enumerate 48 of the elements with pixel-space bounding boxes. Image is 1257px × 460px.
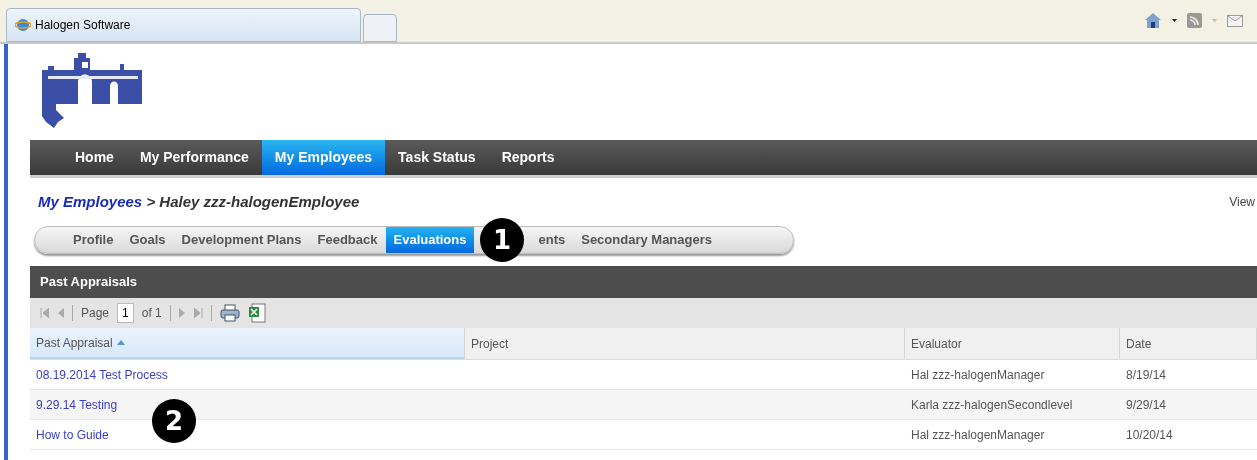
column-header[interactable]: Past Appraisal [30,328,465,359]
subtab[interactable]: ents [530,227,574,253]
next-page-icon[interactable] [178,308,186,318]
breadcrumb-link[interactable]: My Employees [38,192,143,210]
feed-icon[interactable] [1187,13,1202,28]
table-cell-text: 9/29/14 [1125,396,1168,414]
table-cell-text: Karla zzz-halogenSecondlevel [910,396,1074,414]
subtab[interactable]: Feedback [309,227,386,253]
print-icon[interactable] [219,304,240,322]
sort-ascending-icon [116,340,125,345]
table-cell-text: Hal zzz-halogenManager [910,426,1046,444]
nav-tab[interactable]: Task Status [385,140,489,175]
new-tab-button[interactable] [363,14,397,42]
subtab[interactable]: Evaluations [385,227,475,253]
subtab[interactable]: Secondary Managers [573,227,720,253]
appraisal-link[interactable]: 08.19.2014 Test Process [36,365,168,384]
appraisal-link[interactable]: How to Guide [36,425,109,444]
dropdown-icon[interactable] [1172,19,1177,22]
spreadsheet-icon[interactable] [247,303,266,323]
appraisal-link[interactable]: 9.29.14 Testing [36,395,118,414]
home-icon[interactable] [1144,12,1162,29]
tab-title: Halogen Software [35,17,131,34]
previous-page-icon[interactable] [57,308,64,318]
subtab[interactable]: Goals [121,227,174,253]
page-label: Page [81,305,110,322]
column-header[interactable]: Date [1120,328,1257,359]
first-page-icon[interactable] [40,308,49,318]
nav-tab[interactable]: My Performance [126,140,262,175]
page-field[interactable]: 1 [117,303,134,323]
column-header[interactable]: Project [465,328,905,359]
last-page-icon[interactable] [193,308,203,318]
nav-tab[interactable]: My Employees [261,140,386,175]
panel-header: Past Appraisals [30,266,1257,298]
breadcrumb: My Employees > Haley zzz-halogenEmployee [38,191,360,212]
table-cell-text: 10/20/14 [1125,426,1174,444]
nav-tab[interactable]: Home [62,140,127,175]
mail-icon[interactable] [1227,14,1243,27]
browser-tab[interactable]: Halogen Software [6,8,361,42]
table-cell-text: 8/19/14 [1125,366,1168,384]
callout-badge: 1 [480,218,524,262]
page-count: of 1 [141,305,162,322]
globe-icon [15,17,31,33]
nav-tab[interactable]: Reports [488,140,568,175]
column-header[interactable]: Evaluator [905,328,1120,359]
table-cell-text: Hal zzz-halogenManager [910,366,1046,384]
subtab[interactable]: Profile [65,227,122,253]
view-link[interactable]: View [1229,193,1257,211]
subtab[interactable]: Development Plans [173,227,310,253]
